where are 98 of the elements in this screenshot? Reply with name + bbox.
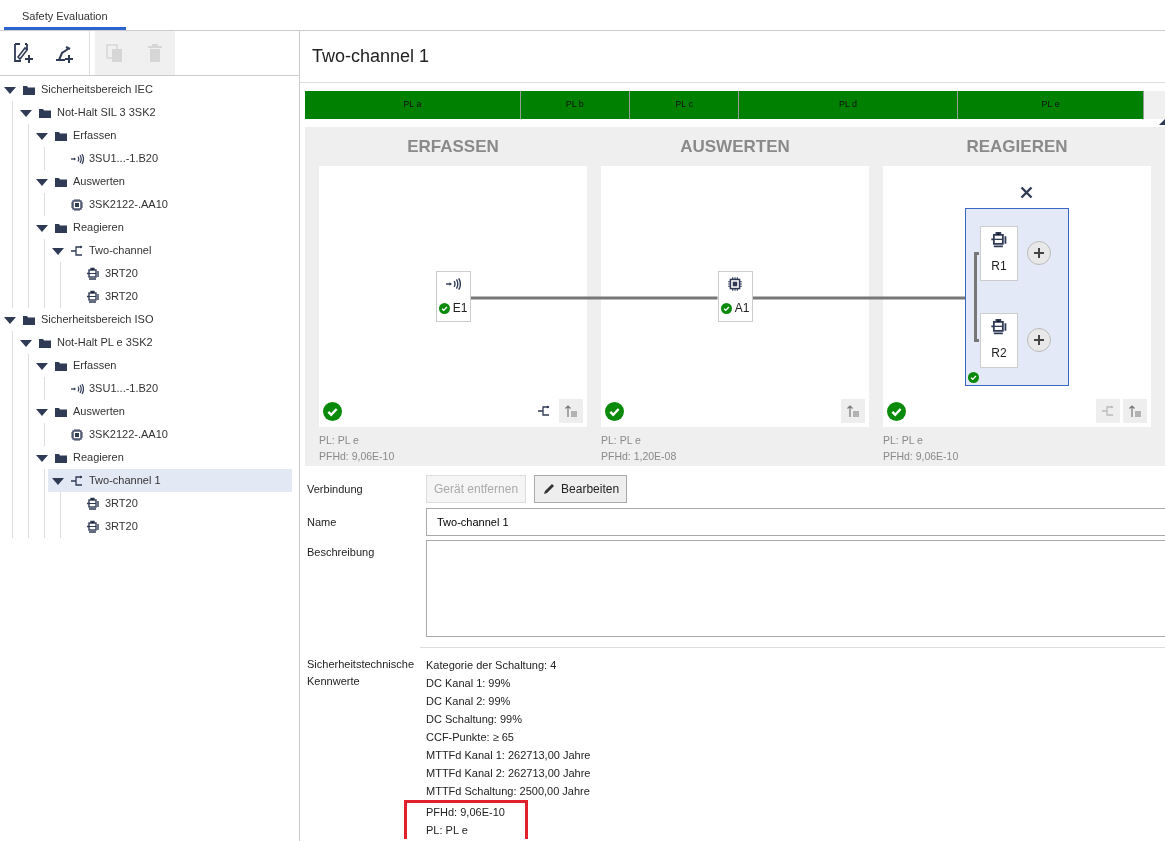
caret-icon xyxy=(19,107,33,118)
device-node[interactable]: E1 xyxy=(435,271,471,322)
field-label: Name xyxy=(307,515,337,528)
pencil-icon xyxy=(542,482,557,496)
value-text: MTTFd Kanal 2: 262713,00 Jahre xyxy=(426,766,591,781)
branch-icon xyxy=(1101,404,1115,418)
tree-item[interactable]: Auswerten xyxy=(32,170,292,193)
scale-segment: PL d xyxy=(739,91,958,119)
tree-item[interactable]: Two-channel 1 xyxy=(48,469,292,492)
tree-item[interactable]: Sicherheitsbereich ISO xyxy=(0,308,292,331)
caret-icon xyxy=(3,314,17,325)
device-node[interactable]: R2 xyxy=(980,312,1018,368)
device-node[interactable]: A1 xyxy=(717,271,753,322)
performance-level-text: PL: PL e xyxy=(883,433,924,448)
chip-icon xyxy=(727,275,743,292)
tree-item[interactable]: Not-Halt PL e 3SK2 xyxy=(16,331,292,354)
tree-item[interactable]: Sicherheitsbereich IEC xyxy=(0,78,292,101)
add-button[interactable] xyxy=(1027,328,1051,352)
value-text: DC Kanal 2: 99% xyxy=(426,694,512,709)
tree-item[interactable]: Auswerten xyxy=(32,400,292,423)
pfhd-text: PFHd: 1,20E-08 xyxy=(601,449,678,464)
tree-item[interactable]: Erfassen xyxy=(32,354,292,377)
tree-item[interactable]: 3SU1...-1.B20 xyxy=(48,377,292,400)
field-label: Beschreibung xyxy=(307,546,375,558)
edit-plus-icon xyxy=(13,42,35,64)
tree-item[interactable]: 3SK2122-.AA10 xyxy=(48,423,292,446)
scale-segment: PL c xyxy=(629,91,740,119)
scale-segment: PL a xyxy=(305,91,521,119)
pfhd-text: PFHd: 9,06E-10 xyxy=(883,449,960,464)
value-text: PFHd: 9,06E-10 xyxy=(426,805,506,820)
value-text: PL: PL e xyxy=(426,823,469,838)
sort-button[interactable] xyxy=(1123,399,1147,423)
caret-icon xyxy=(35,222,49,233)
device-node[interactable]: R1 xyxy=(980,225,1018,281)
tree-item[interactable]: Reagieren xyxy=(32,216,292,239)
value-text: DC Kanal 1: 99% xyxy=(426,676,512,691)
branch-icon xyxy=(70,243,84,258)
branch-icon xyxy=(70,473,84,488)
tree-item[interactable]: 3RT20 xyxy=(64,262,292,285)
signal-waves-icon xyxy=(445,275,461,292)
edit-button[interactable]: Bearbeiten xyxy=(534,475,628,503)
motor-icon xyxy=(86,289,100,304)
scale-segment: PL e xyxy=(957,91,1145,119)
value-text: CCF-Punkte: ≥ 65 xyxy=(426,730,515,745)
arrow-list-icon xyxy=(846,404,860,418)
branch-icon xyxy=(537,404,551,418)
tree-item[interactable]: Two-channel xyxy=(48,239,292,262)
add-button[interactable] xyxy=(1027,241,1051,265)
performance-level-text: PL: PL e xyxy=(601,433,642,448)
field-label: Sicherheitstechnische Kennwerte xyxy=(307,658,414,687)
performance-level-text: PL: PL e xyxy=(319,433,360,448)
column-heading: AUSWERTEN xyxy=(680,135,790,158)
value-text: DC Schaltung: 99% xyxy=(426,712,523,727)
value-text: MTTFd Kanal 1: 262713,00 Jahre xyxy=(426,748,591,763)
plus-icon xyxy=(1033,334,1045,346)
motor-icon xyxy=(990,317,1008,336)
corner-marker-icon xyxy=(1159,119,1165,125)
signal-waves-icon xyxy=(70,151,84,166)
tree-item[interactable]: 3RT20 xyxy=(64,492,292,515)
pfhd-text: PFHd: 9,06E-10 xyxy=(319,449,396,464)
caret-icon xyxy=(35,406,49,417)
signal-waves-icon xyxy=(70,381,84,396)
tree-item[interactable]: 3RT20 xyxy=(64,285,292,308)
column-heading: ERFASSEN xyxy=(407,135,499,158)
tree-item[interactable]: Erfassen xyxy=(32,124,292,147)
motor-icon xyxy=(86,496,100,511)
caret-icon xyxy=(19,337,33,348)
tree-item[interactable]: 3SK2122-.AA10 xyxy=(48,193,292,216)
scale-segment: PL b xyxy=(520,91,630,119)
tree-item[interactable]: Reagieren xyxy=(32,446,292,469)
tree-item[interactable]: 3SU1...-1.B20 xyxy=(48,147,292,170)
close-button[interactable] xyxy=(1018,184,1034,201)
sort-button[interactable] xyxy=(841,399,865,423)
motor-icon xyxy=(86,519,100,534)
caret-icon xyxy=(51,475,65,486)
name-field[interactable]: Two-channel 1 xyxy=(426,508,1165,536)
caret-icon xyxy=(35,360,49,371)
arrow-list-icon xyxy=(564,404,578,418)
chip-icon xyxy=(70,197,84,212)
chip-icon xyxy=(70,427,84,442)
description-field[interactable] xyxy=(426,540,1165,637)
tree-item[interactable]: Not-Halt SIL 3 3SK2 xyxy=(16,101,292,124)
field-label: Verbindung xyxy=(307,482,363,495)
caret-icon xyxy=(35,176,49,187)
column-heading: REAGIEREN xyxy=(966,135,1068,158)
plus-icon xyxy=(1033,247,1045,259)
page-title: Two-channel 1 xyxy=(312,46,430,66)
caret-icon xyxy=(35,130,49,141)
caret-icon xyxy=(3,84,17,95)
caret-icon xyxy=(51,245,65,256)
motor-icon xyxy=(86,266,100,281)
caret-icon xyxy=(35,452,49,463)
motor-icon xyxy=(990,230,1008,249)
tree-item[interactable]: 3RT20 xyxy=(64,515,292,538)
value-text: MTTFd Schaltung: 2500,00 Jahre xyxy=(426,784,591,799)
value-text: Kategorie der Schaltung: 4 xyxy=(426,658,558,673)
arrow-list-icon xyxy=(1128,404,1142,418)
close-icon xyxy=(1019,186,1033,199)
